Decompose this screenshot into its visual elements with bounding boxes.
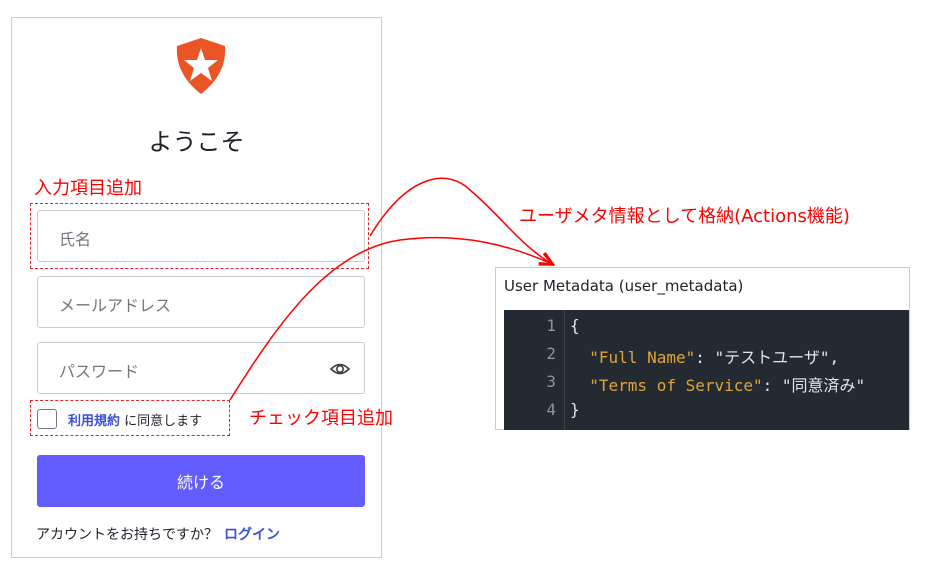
code-text: } — [570, 400, 580, 419]
metadata-title: User Metadata (user_metadata) — [504, 277, 744, 295]
code-text: "Terms of Service": "同意済み" — [570, 372, 865, 396]
line-number: 2 — [546, 344, 556, 363]
json-value: "同意済み" — [781, 376, 866, 395]
json-key: "Full Name" — [589, 348, 696, 367]
json-sep: : — [762, 376, 782, 395]
json-key: "Terms of Service" — [589, 376, 763, 395]
line-number: 1 — [546, 316, 556, 335]
code-line: 1 { — [504, 316, 909, 344]
arrow-name-to-metadata — [369, 177, 552, 264]
json-sep: : — [695, 348, 715, 367]
line-number: 4 — [546, 400, 556, 419]
code-line: 3 "Terms of Service": "同意済み" — [504, 372, 909, 400]
json-value: "テストユーザ", — [714, 348, 840, 367]
code-line: 2 "Full Name": "テストユーザ", — [504, 344, 909, 372]
code-text: "Full Name": "テストユーザ", — [570, 344, 839, 368]
metadata-code-block: 1 { 2 "Full Name": "テストユーザ", 3 "Terms of… — [504, 310, 909, 430]
code-text: { — [570, 316, 580, 335]
user-metadata-panel: User Metadata (user_metadata) 1 { 2 "Ful… — [495, 267, 910, 430]
code-line: 4 } — [504, 400, 909, 428]
line-number: 3 — [546, 372, 556, 391]
